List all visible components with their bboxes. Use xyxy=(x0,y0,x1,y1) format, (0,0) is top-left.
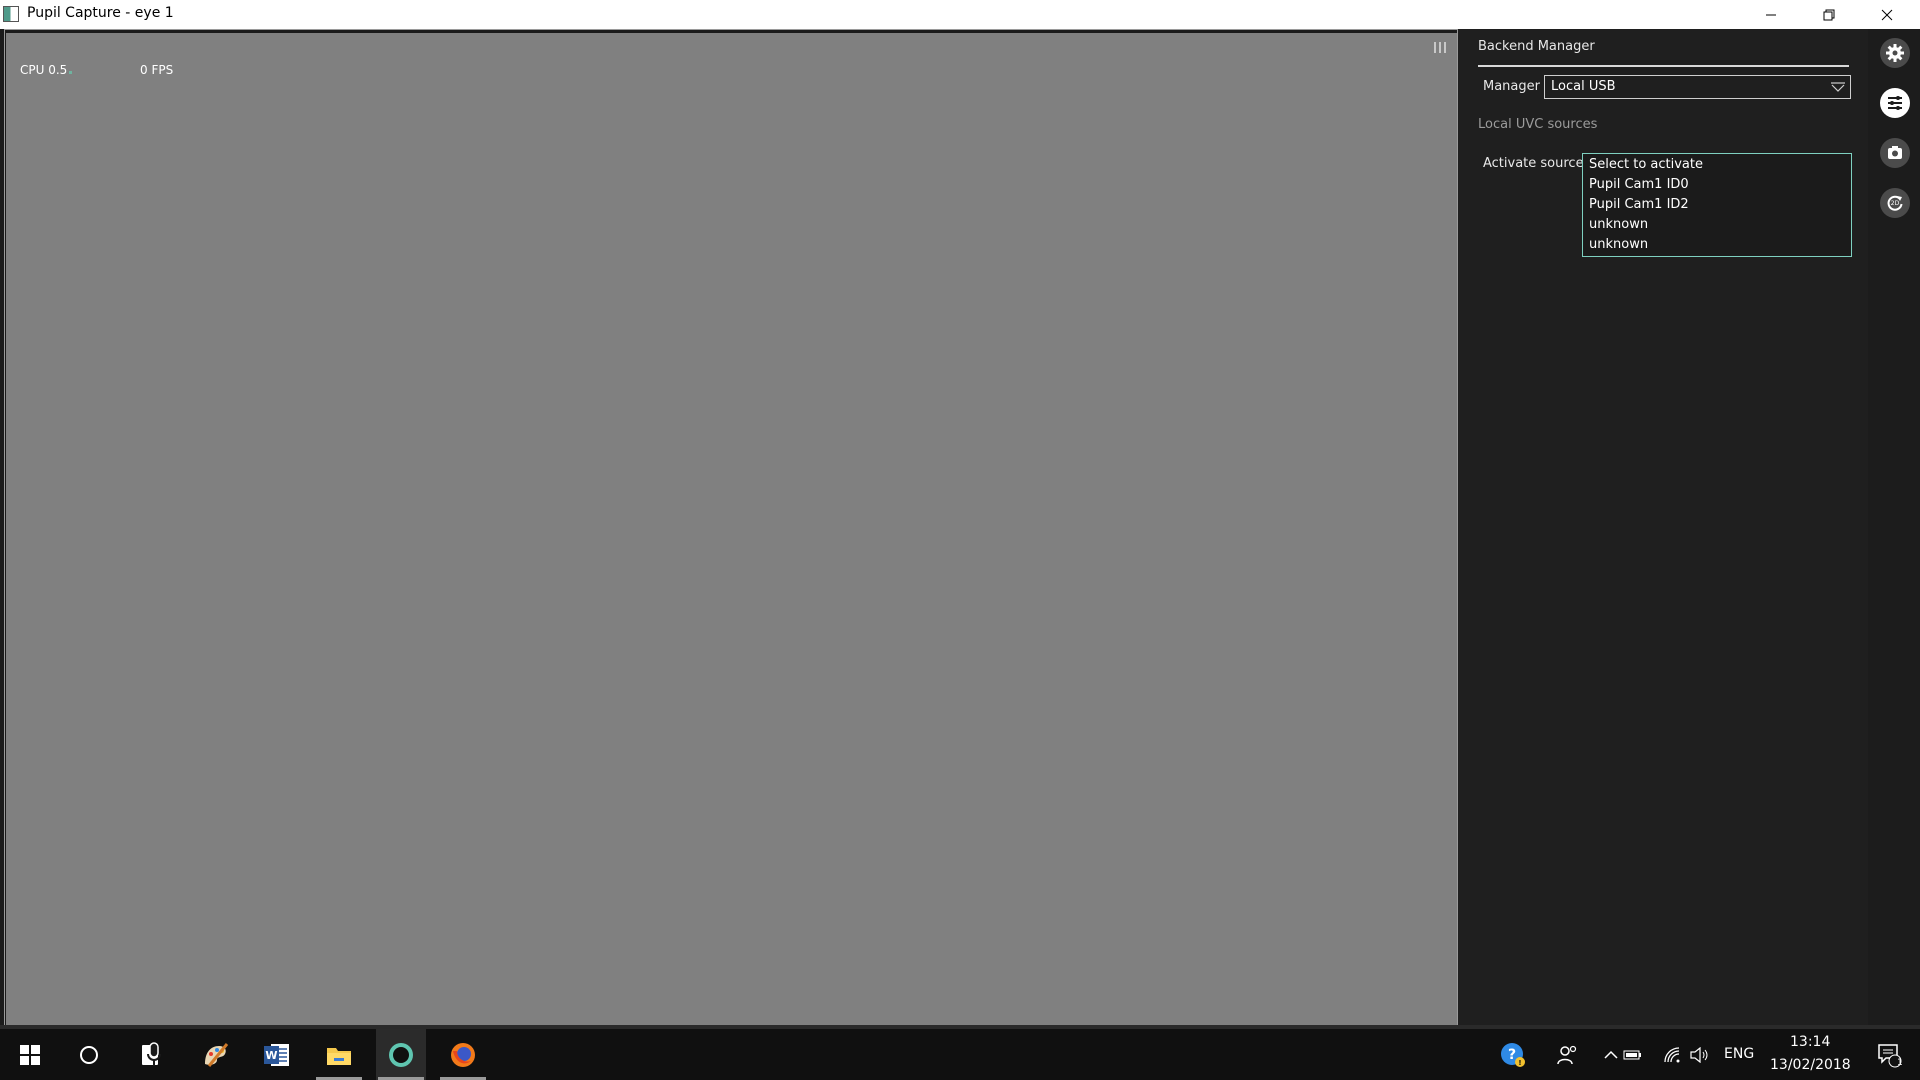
source-option[interactable]: unknown xyxy=(1589,237,1648,252)
taskbar-app-explorer[interactable] xyxy=(314,1029,364,1080)
paint-app-icon xyxy=(205,1042,229,1067)
speaker-icon xyxy=(1690,1046,1708,1063)
gear-icon xyxy=(1886,44,1904,62)
people-icon xyxy=(1557,1045,1577,1064)
pupil-detector-button[interactable]: 2D xyxy=(1880,188,1910,218)
window-title: Pupil Capture - eye 1 xyxy=(27,5,174,21)
file-explorer-icon xyxy=(327,1047,351,1065)
manager-select-value: Local USB xyxy=(1551,79,1616,94)
activate-source-list[interactable]: Select to activate Pupil Cam1 ID0 Pupil … xyxy=(1582,153,1852,257)
battery-icon xyxy=(1623,1050,1641,1059)
svg-text:W: W xyxy=(265,1049,277,1062)
help-tray-button[interactable]: ? ! xyxy=(1488,1029,1538,1080)
cpu-graph-dot xyxy=(69,71,73,74)
general-settings-button[interactable] xyxy=(1880,38,1910,68)
backend-manager-button[interactable] xyxy=(1880,88,1910,118)
wifi-icon xyxy=(1664,1046,1680,1062)
clock-date[interactable]: 13/02/2018 xyxy=(1770,1057,1851,1073)
volume-tray-button[interactable] xyxy=(1685,1029,1715,1080)
network-tray-button[interactable] xyxy=(1657,1029,1687,1080)
camera-icon xyxy=(1888,146,1902,159)
language-indicator[interactable]: ENG xyxy=(1724,1046,1754,1062)
cortana-icon xyxy=(80,1045,98,1064)
source-option[interactable]: unknown xyxy=(1589,217,1648,232)
plugin-iconbar xyxy=(1868,29,1920,1025)
windows-start-icon xyxy=(20,1044,40,1065)
svg-text:?: ? xyxy=(1508,1047,1516,1063)
minimize-button[interactable] xyxy=(1748,0,1794,29)
app-icon xyxy=(3,6,19,22)
source-option[interactable]: Pupil Cam1 ID0 xyxy=(1589,177,1689,192)
cpu-label: CPU 0.5 xyxy=(20,63,68,77)
battery-tray-button[interactable] xyxy=(1618,1029,1648,1080)
refresh-icon: 2D xyxy=(1887,195,1903,211)
dropdown-arrow-icon xyxy=(1831,82,1845,92)
restore-button[interactable] xyxy=(1806,0,1852,29)
panel-title: Backend Manager xyxy=(1478,39,1595,54)
word-icon: W xyxy=(264,1043,289,1066)
list-icon xyxy=(1888,96,1902,110)
taskbar-app-firefox[interactable] xyxy=(438,1029,488,1080)
firefox-icon xyxy=(451,1042,475,1067)
collapse-menu-icon[interactable] xyxy=(1434,42,1446,53)
eye-camera-view[interactable] xyxy=(6,33,1458,1025)
chevron-up-icon[interactable] xyxy=(1603,1050,1619,1060)
manager-label: Manager xyxy=(1483,79,1540,94)
video-source-button[interactable] xyxy=(1880,138,1910,168)
taskbar-app-paint[interactable] xyxy=(190,1029,240,1080)
manager-select[interactable]: Local USB xyxy=(1544,75,1851,99)
svg-text:!: ! xyxy=(1518,1059,1521,1067)
start-button[interactable] xyxy=(5,1029,55,1080)
action-center-button[interactable]: 1 xyxy=(1864,1029,1914,1080)
cortana-button[interactable] xyxy=(64,1029,114,1080)
activate-source-label: Activate source xyxy=(1483,156,1584,171)
minimize-icon xyxy=(1766,14,1776,15)
taskbar-app-pupil[interactable] xyxy=(376,1029,426,1080)
source-option[interactable]: Pupil Cam1 ID2 xyxy=(1589,197,1689,212)
close-icon xyxy=(1881,9,1893,20)
clock-time[interactable]: 13:14 xyxy=(1790,1034,1830,1050)
taskbar-app-voice[interactable] xyxy=(128,1029,178,1080)
source-option[interactable]: Select to activate xyxy=(1589,157,1703,172)
restore-icon xyxy=(1823,9,1835,20)
pupil-capture-icon xyxy=(389,1042,413,1067)
panel-title-divider xyxy=(1478,65,1849,67)
taskbar-app-word[interactable]: W xyxy=(252,1029,302,1080)
notification-count: 1 xyxy=(1897,1058,1903,1068)
microphone-app-icon xyxy=(142,1041,161,1066)
cpu-graph-label: CPU 0.5 xyxy=(20,63,73,77)
people-tray-button[interactable] xyxy=(1542,1029,1592,1080)
fps-graph-label: 0 FPS xyxy=(140,63,174,77)
local-uvc-sources-label: Local UVC sources xyxy=(1478,117,1598,132)
close-button[interactable] xyxy=(1864,0,1910,29)
svg-text:2D: 2D xyxy=(1891,200,1900,207)
window-titlebar: Pupil Capture - eye 1 xyxy=(0,0,1920,29)
help-icon: ? ! xyxy=(1501,1042,1525,1067)
